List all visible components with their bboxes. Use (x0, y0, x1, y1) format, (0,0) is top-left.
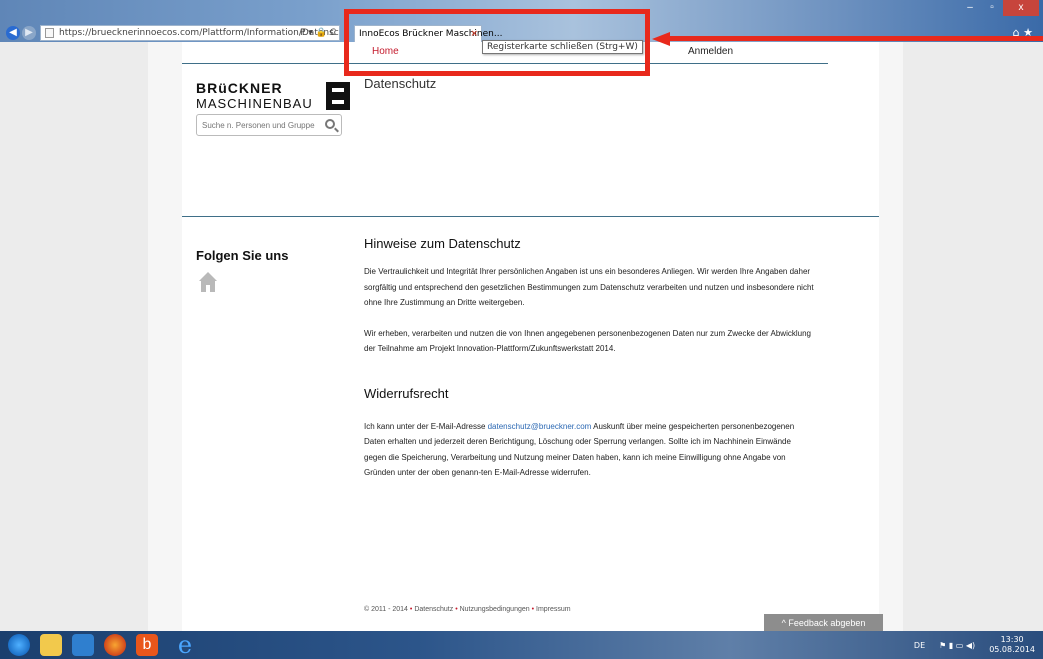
annotation-arrow-head (652, 32, 670, 46)
logo-b-mark-icon (326, 82, 350, 110)
clock-date: 05.08.2014 (989, 645, 1035, 654)
home-icon[interactable] (198, 270, 218, 294)
paragraph-confidentiality: Die Vertraulichkeit und Integrität Ihrer… (364, 267, 814, 307)
address-tools[interactable]: P ▾ 🔒 C (300, 26, 336, 40)
internet-explorer-icon[interactable]: e (174, 633, 196, 657)
left-margin (148, 42, 182, 631)
paragraph-data-usage: Wir erheben, verarbeiten und nutzen die … (364, 328, 811, 354)
page-icon (45, 28, 54, 38)
right-margin (879, 42, 903, 631)
heading-revocation: Widerrufsrecht (364, 385, 449, 401)
brueckner-logo[interactable]: BRüCKNER MASCHINENBAU (196, 80, 350, 111)
revocation-text-before: Ich kann unter der E-Mail-Adresse (364, 421, 488, 431)
system-tray: DE ⚑ ▮ ▭ ◀) 13:30 05.08.2014 (914, 635, 1035, 655)
nav-login-link[interactable]: Anmelden (688, 46, 733, 57)
page-area: Home Anmelden BRüCKNER MASCHINENBAU Date… (0, 42, 1043, 632)
back-button[interactable]: ◀ (6, 26, 20, 40)
bing-icon[interactable]: b (136, 634, 158, 656)
privacy-article: Hinweise zum Datenschutz Die Vertraulich… (364, 236, 814, 496)
clock-time: 13:30 (1000, 635, 1024, 644)
minimize-button[interactable]: – (959, 0, 981, 16)
clock[interactable]: 13:30 05.08.2014 (989, 635, 1035, 655)
forward-button[interactable]: ▶ (22, 26, 36, 40)
footer-separator: • (531, 606, 535, 613)
close-window-button[interactable]: x (1003, 0, 1039, 16)
footer-separator: • (409, 606, 413, 613)
annotation-arrow-line (668, 36, 1043, 41)
close-tab-tooltip: Registerkarte schließen (Strg+W) (482, 40, 643, 54)
language-indicator[interactable]: DE (914, 641, 925, 650)
privacy-email-link[interactable]: datenschutz@brueckner.com (488, 422, 592, 431)
search-box (196, 114, 342, 136)
footer-separator: • (455, 606, 458, 613)
firefox-icon[interactable] (104, 634, 126, 656)
footer: © 2011 - 2014 • Datenschutz • Nutzungsbe… (364, 606, 571, 613)
logo-line2: MASCHINENBAU (196, 96, 313, 111)
tray-icons[interactable]: ⚑ ▮ ▭ ◀) (939, 641, 975, 650)
heading-privacy-notes: Hinweise zum Datenschutz (364, 236, 521, 251)
footer-link-privacy[interactable]: Datenschutz (414, 606, 453, 613)
page-title: Datenschutz (364, 76, 437, 91)
footer-copyright: © 2011 - 2014 (364, 606, 408, 613)
content-panel: Home Anmelden BRüCKNER MASCHINENBAU Date… (182, 42, 879, 631)
paragraph-revocation: Ich kann unter der E-Mail-Adresse datens… (364, 419, 814, 481)
taskbar: b e DE ⚑ ▮ ▭ ◀) 13:30 05.08.2014 (0, 631, 1043, 659)
url-text: https://bruecknerinnoecos.com/Plattform/… (59, 28, 340, 38)
search-icon[interactable] (325, 119, 335, 129)
search-input[interactable] (197, 115, 315, 136)
window-controls: – ▫ x (959, 0, 1039, 16)
footer-link-imprint[interactable]: Impressum (536, 606, 571, 613)
address-bar[interactable]: https://bruecknerinnoecos.com/Plattform/… (40, 25, 340, 41)
start-button-icon[interactable] (8, 634, 30, 656)
explorer-icon[interactable] (40, 634, 62, 656)
footer-link-terms[interactable]: Nutzungsbedingungen (460, 606, 530, 613)
maximize-button[interactable]: ▫ (981, 0, 1003, 16)
logo-line1: BRüCKNER (196, 80, 283, 96)
feedback-button[interactable]: ^ Feedback abgeben (764, 614, 883, 632)
media-player-icon[interactable] (72, 634, 94, 656)
section-divider (182, 216, 879, 217)
follow-heading: Folgen Sie uns (196, 248, 289, 263)
